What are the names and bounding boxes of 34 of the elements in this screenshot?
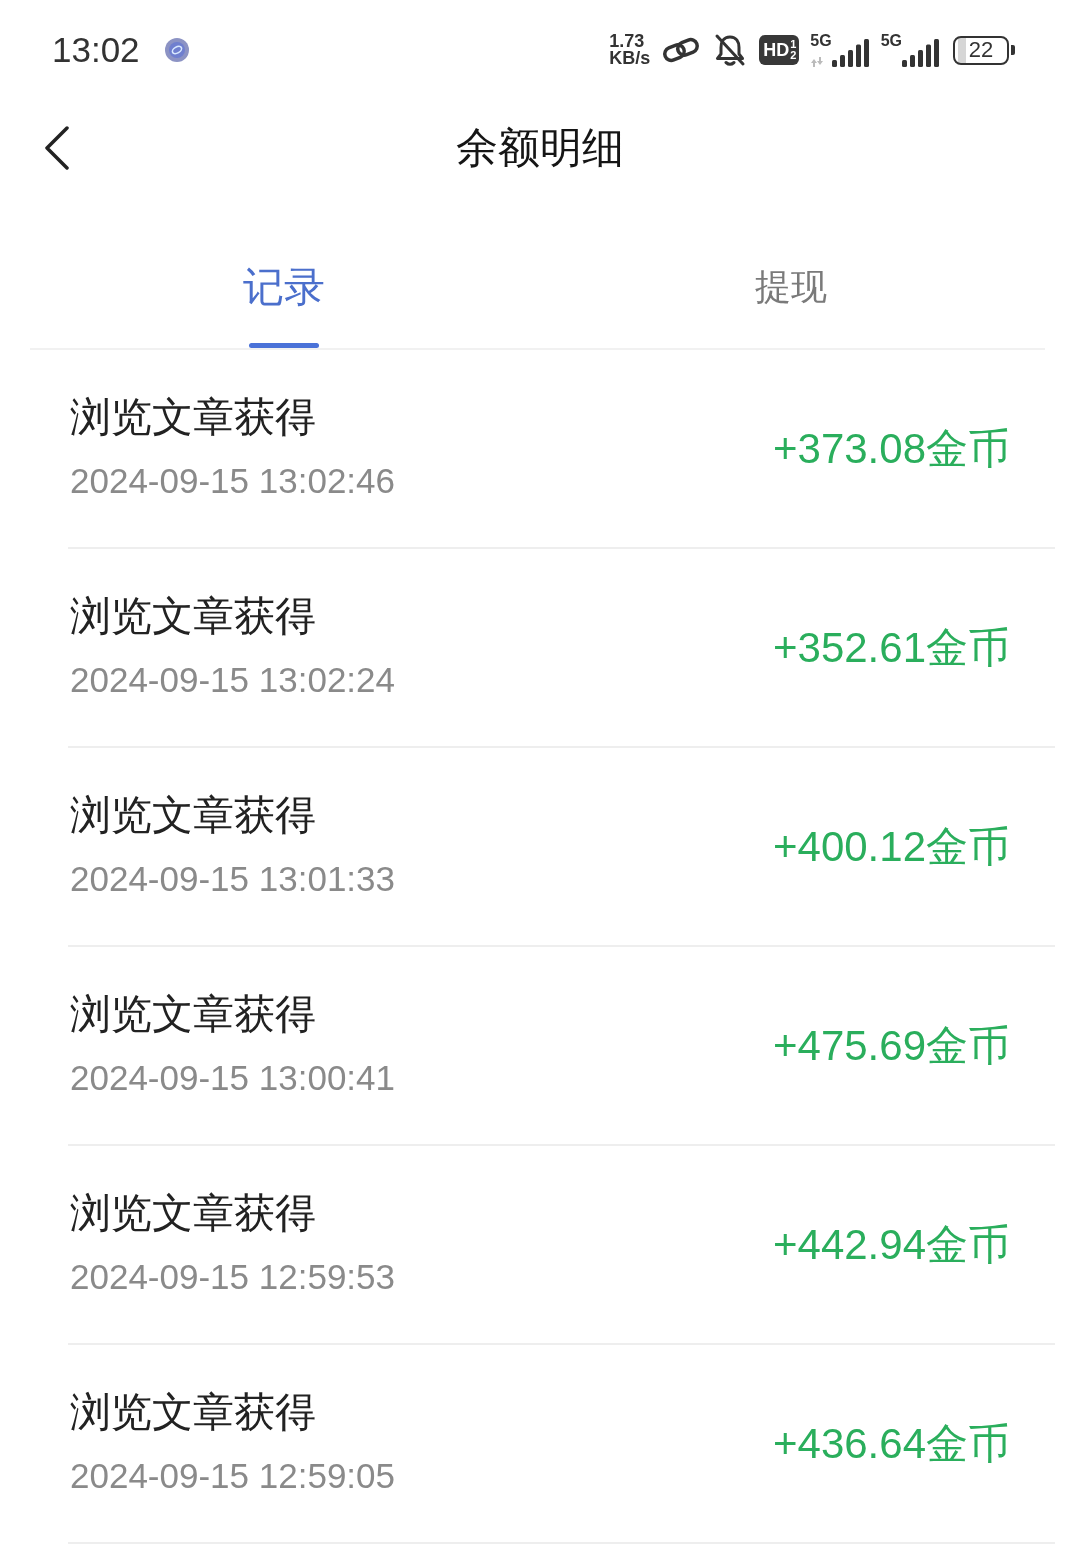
network-type-label: 5G: [810, 33, 832, 49]
tab-indicator: [248, 343, 319, 348]
battery-indicator: 22: [953, 35, 1015, 65]
record-title: 浏览文章获得: [70, 989, 317, 1039]
network-type-label: 5G: [880, 33, 902, 49]
speed-value: 1.73: [609, 33, 646, 50]
record-time: 2024-09-15 12:59:53: [70, 1255, 395, 1298]
record-title: 浏览文章获得: [70, 790, 317, 840]
signal-icon: [902, 39, 940, 67]
record-amount: +436.64金币: [773, 1418, 1010, 1469]
record-time: 2024-09-15 13:02:46: [70, 459, 395, 502]
tab[interactable]: 记录: [30, 200, 538, 348]
signal-icon: [831, 39, 870, 67]
record-amount: +442.94金币: [773, 1219, 1010, 1270]
record-amount: +352.61金币: [773, 622, 1010, 673]
status-time: 13:02: [52, 30, 140, 70]
record-amount: +475.69金币: [773, 1020, 1010, 1071]
page-title: 余额明细: [456, 123, 624, 173]
record-title: 浏览文章获得: [70, 1188, 317, 1238]
back-icon[interactable]: [44, 126, 70, 170]
link-icon: [661, 35, 702, 65]
record-time: 2024-09-15 13:00:41: [70, 1056, 395, 1099]
speed-unit: KB/s: [609, 50, 651, 67]
data-activity-icon: [810, 57, 825, 67]
record-title: 浏览文章获得: [70, 392, 317, 442]
record-time: 2024-09-15 13:01:33: [70, 857, 395, 900]
record-time: 2024-09-15 12:59:05: [70, 1454, 395, 1497]
record-time: 2024-09-15 13:02:24: [70, 658, 395, 701]
record-amount: +400.12金币: [773, 821, 1010, 872]
tab[interactable]: 提现: [537, 200, 1045, 348]
record-title: 浏览文章获得: [70, 591, 317, 641]
record-title: 浏览文章获得: [70, 1387, 317, 1437]
app-icon: [163, 37, 190, 63]
record-amount: +373.08金币: [773, 423, 1010, 474]
